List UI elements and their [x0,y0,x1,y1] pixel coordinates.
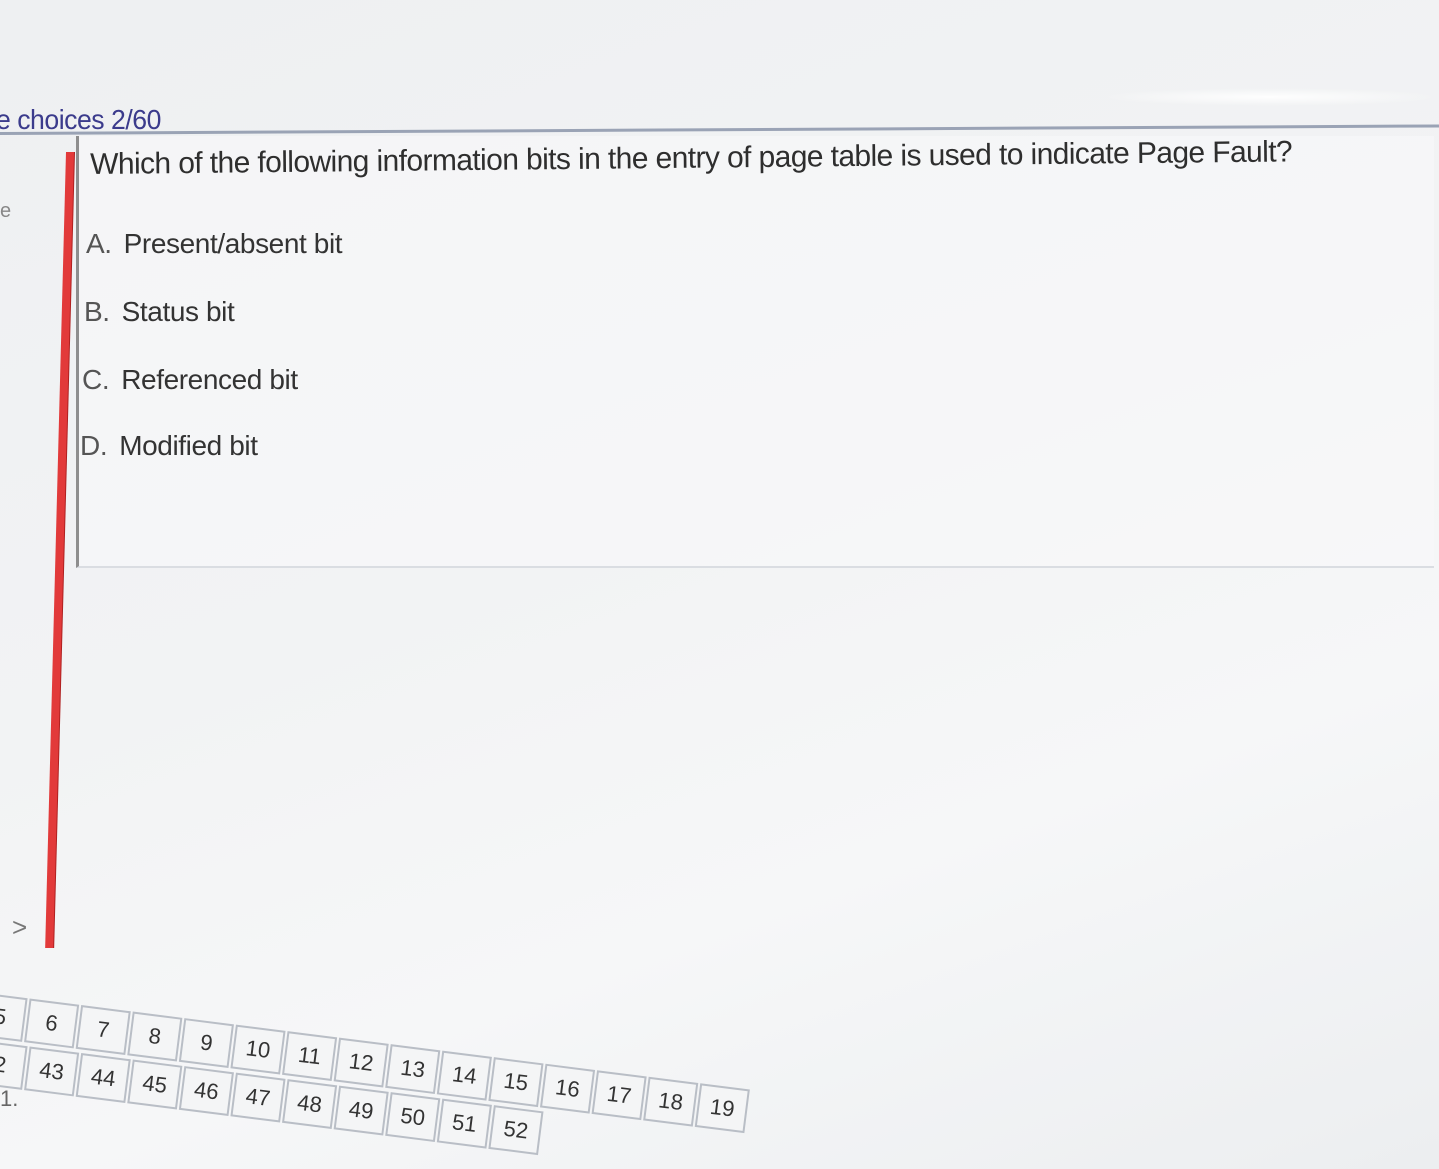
option-d[interactable]: D. Modified bit [80,430,258,462]
screen-glare [1100,88,1439,106]
option-b[interactable]: B. Status bit [84,296,235,328]
option-letter: A. [86,228,112,259]
option-label: Modified bit [119,430,258,461]
option-label: Present/absent bit [123,228,343,259]
question-nav-button-8[interactable]: 8 [127,1011,183,1062]
question-nav-button-47[interactable]: 47 [230,1072,286,1123]
navigator-row-3-fragment: 1. [0,1086,19,1111]
option-c[interactable]: C. Referenced bit [82,364,298,396]
question-nav-button-5[interactable]: 5 [0,992,28,1042]
question-nav-button-7[interactable]: 7 [75,1005,131,1055]
question-nav-button-6[interactable]: 6 [24,998,80,1049]
question-nav-button-19[interactable]: 19 [694,1083,750,1134]
question-nav-button-45[interactable]: 45 [127,1059,183,1110]
question-nav-button-18[interactable]: 18 [643,1076,699,1127]
question-nav-button-10[interactable]: 10 [230,1024,286,1075]
question-nav-button-51[interactable]: 51 [436,1098,492,1149]
question-nav-button-16[interactable]: 16 [539,1063,596,1114]
header-divider [0,124,1439,135]
option-letter: D. [80,430,108,461]
sidebar-fragment-top: e [0,200,12,222]
sidebar-chevron-icon[interactable]: > [12,912,27,943]
option-a[interactable]: A. Present/absent bit [86,228,343,260]
question-nav-button-44[interactable]: 44 [75,1053,131,1103]
question-nav-button-50[interactable]: 50 [385,1092,441,1143]
question-nav-button-12[interactable]: 12 [333,1037,389,1088]
option-label: Status bit [121,296,235,327]
question-panel [76,136,1434,568]
question-nav-button-15[interactable]: 15 [488,1057,544,1108]
question-nav-button-49[interactable]: 49 [333,1085,389,1136]
question-nav-button-52[interactable]: 52 [488,1105,544,1156]
question-nav-button-14[interactable]: 14 [436,1050,492,1101]
question-nav-button-43[interactable]: 43 [24,1046,80,1097]
question-nav-button-11[interactable]: 11 [282,1031,338,1082]
question-nav-button-48[interactable]: 48 [282,1079,338,1130]
current-question-indicator [45,152,74,948]
option-letter: C. [82,364,110,395]
question-nav-button-17[interactable]: 17 [591,1070,647,1121]
option-letter: B. [84,296,110,327]
question-nav-button-2[interactable]: 2 [0,1040,28,1090]
option-label: Referenced bit [121,364,298,395]
question-nav-button-9[interactable]: 9 [178,1018,234,1068]
question-nav-button-46[interactable]: 46 [178,1066,234,1116]
question-nav-button-13[interactable]: 13 [385,1044,441,1095]
